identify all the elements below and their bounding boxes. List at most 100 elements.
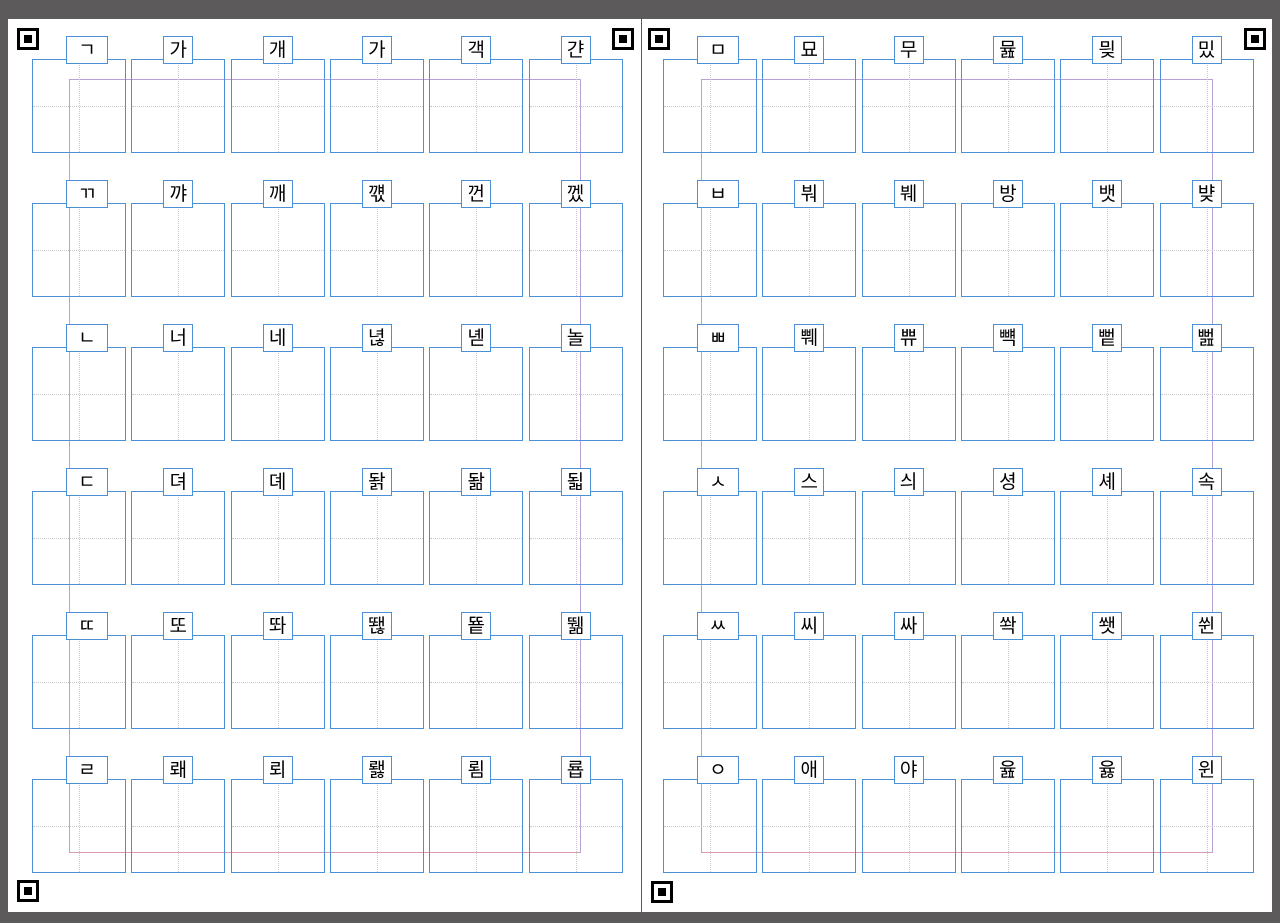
practice-box [960,491,1055,585]
syllable-label: 객 [461,36,492,64]
syllable-label: 룝 [560,756,591,784]
syllable-label: 윮 [992,756,1023,784]
practice-box [131,59,226,153]
syllable-label: 뮲 [992,36,1023,64]
margin-guide [69,79,581,853]
syllable-label: 가 [163,36,194,64]
practice-box [131,635,226,729]
practice-box [762,59,857,153]
practice-box [663,203,757,297]
jamo-label: ㅂ [697,180,739,208]
syllable-label: 방 [992,180,1023,208]
syllable-label: 뢔 [163,756,194,784]
syllable-label: 뚙 [461,612,492,640]
margin-guide [701,79,1213,853]
syllable-label: 뻞 [1191,324,1222,352]
practice-box [429,779,524,873]
practice-box [861,347,956,441]
syllable-label: 싸 [893,612,924,640]
syllable-label: 싀 [893,468,924,496]
practice-box [960,779,1055,873]
syllable-label: 씨 [794,612,825,640]
practice-box [762,347,857,441]
practice-box [1159,635,1254,729]
syllable-label: 야 [893,756,924,784]
syllable-label: 쏵 [992,612,1023,640]
syllable-label: 개 [262,36,293,64]
syllable-label: 갼 [560,36,591,64]
syllable-label: 됣 [560,468,591,496]
practice-box [762,491,857,585]
jamo-label: ㄴ [66,324,108,352]
practice-box [1159,347,1254,441]
practice-box [528,635,623,729]
practice-box [32,59,126,153]
syllable-label: 셩 [992,468,1023,496]
practice-box [429,491,524,585]
practice-box [131,203,226,297]
jamo-label: ㅅ [697,468,739,496]
syllable-label: 쐣 [1092,612,1123,640]
registration-mark-icon [651,881,673,903]
jamo-label: ㄹ [66,756,108,784]
jamo-label: ㄸ [66,612,108,640]
jamo-label: ㄲ [66,180,108,208]
practice-box [1060,59,1155,153]
syllable-label: 또 [163,612,194,640]
syllable-label: 뢰 [262,756,293,784]
practice-box [329,347,424,441]
practice-box [1159,59,1254,153]
practice-box [1060,635,1155,729]
practice-box [960,203,1055,297]
right-page: ㅁ 묘 무 뮲 믲 밌 ㅂ 붜 붸 방 뱃 뱢 ㅃ 쀄 쀼 뺵 뻩 뻞 ㅅ 스 싀 셩 셰 속 ㅆ 씨 싸 쏵 쐣 쒼 ㅇ 애 야 윮 윯 윈 [642,19,1272,912]
practice-box [1060,203,1155,297]
syllable-label: 셰 [1092,468,1123,496]
syllable-label: 붜 [794,180,825,208]
syllable-label: 뱃 [1092,180,1123,208]
syllable-label: 쀼 [893,324,924,352]
syllable-label: 스 [794,468,825,496]
syllable-label: 속 [1191,468,1222,496]
jamo-label: ㅃ [697,324,739,352]
syllable-label: 뎨 [262,468,293,496]
practice-box [329,203,424,297]
practice-box [1159,491,1254,585]
syllable-label: 뛞 [560,612,591,640]
syllable-label: 꺄 [163,180,194,208]
practice-box [528,203,623,297]
practice-box [230,635,325,729]
practice-box [663,347,757,441]
syllable-label: 돪 [461,468,492,496]
practice-box [230,59,325,153]
syllable-label: 뢣 [361,756,392,784]
practice-box [131,779,226,873]
syllable-label: 놀 [560,324,591,352]
syllable-label: 뱢 [1191,180,1222,208]
practice-box [230,347,325,441]
syllable-label: 녣 [461,324,492,352]
practice-box [762,779,857,873]
practice-box [861,59,956,153]
syllable-label: 가 [361,36,392,64]
practice-box [32,491,126,585]
syllable-label: 룀 [461,756,492,784]
syllable-label: 붸 [893,180,924,208]
practice-box [429,635,524,729]
syllable-label: 뙎 [361,612,392,640]
practice-box [960,635,1055,729]
practice-box [230,203,325,297]
jamo-label: ㄷ [66,468,108,496]
jamo-label: ㅇ [697,756,739,784]
practice-box [329,59,424,153]
syllable-label: 뺵 [992,324,1023,352]
practice-box [861,491,956,585]
registration-mark-icon [648,28,670,50]
practice-box [429,203,524,297]
syllable-label: 돩 [361,468,392,496]
syllable-label: 윈 [1191,756,1222,784]
syllable-label: 믲 [1092,36,1123,64]
registration-mark-icon [612,28,634,50]
practice-box [1159,779,1254,873]
practice-box [131,347,226,441]
syllable-label: 똬 [262,612,293,640]
